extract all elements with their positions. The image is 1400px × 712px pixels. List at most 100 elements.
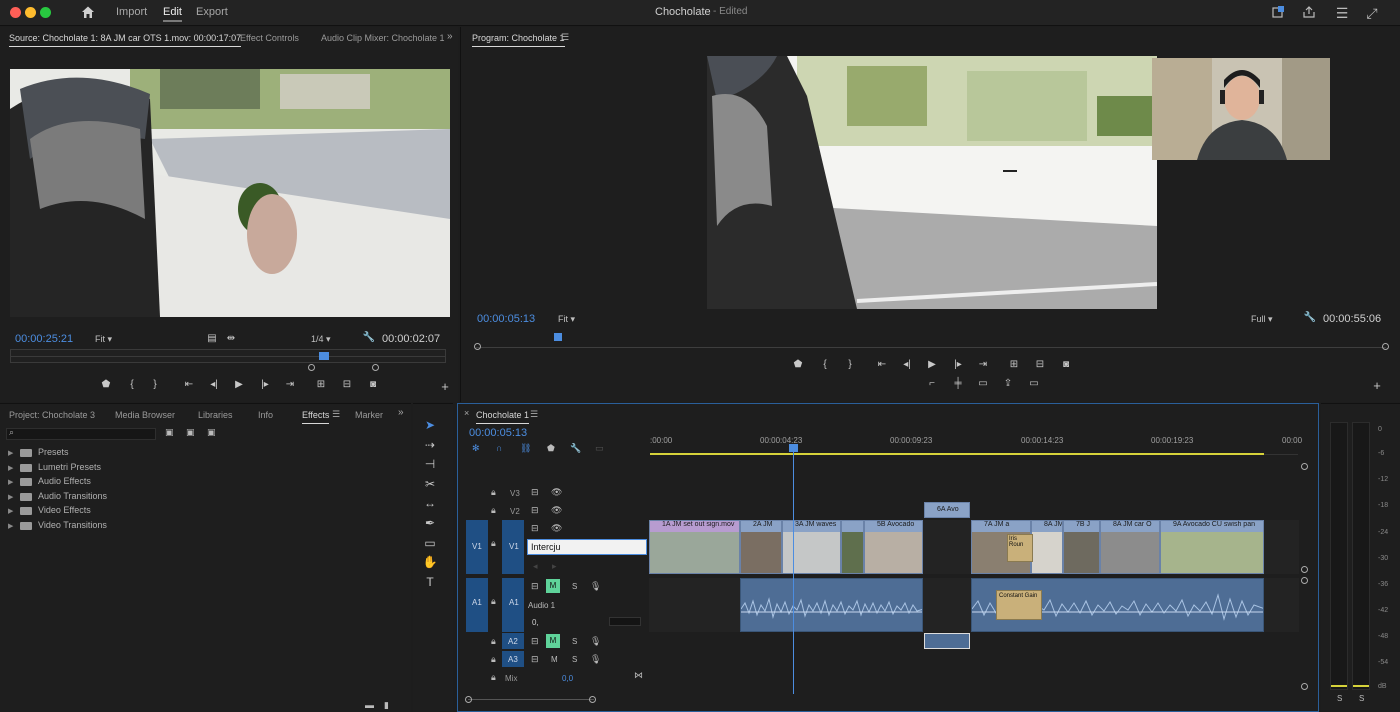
lock-icon[interactable]: 🔒︎ bbox=[491, 505, 496, 516]
v-scroll-handle-bottom[interactable] bbox=[1301, 683, 1308, 690]
work-area-bar[interactable] bbox=[650, 453, 1264, 455]
a2-solo-button[interactable]: S bbox=[572, 637, 577, 646]
v1-clip[interactable] bbox=[841, 520, 864, 574]
source-fit-dropdown[interactable]: Fit bbox=[95, 334, 112, 345]
slip-tool-icon[interactable]: ↔ bbox=[422, 495, 438, 511]
tab-effect-controls[interactable]: Effect Controls bbox=[240, 33, 299, 43]
effects-folder-audio-effects[interactable]: ▶ Audio Effects bbox=[8, 476, 91, 490]
source-zoom-handle-left[interactable] bbox=[308, 364, 315, 371]
trim-icon[interactable]: ⌐ bbox=[925, 378, 939, 389]
tab-project[interactable]: Project: Chocholate 3 bbox=[9, 410, 95, 420]
add-button-icon[interactable]: + bbox=[438, 379, 452, 394]
tab-sequence[interactable]: Chocholate 1 bbox=[476, 410, 530, 424]
workspace-menu-icon[interactable]: ☰ bbox=[1334, 5, 1350, 21]
effects-folder-video-transitions[interactable]: ▶ Video Transitions bbox=[8, 520, 107, 534]
effects-folder-video-effects[interactable]: ▶ Video Effects bbox=[8, 505, 91, 519]
meter-solo-right[interactable]: S bbox=[1359, 694, 1364, 703]
lift-icon[interactable]: ⊞ bbox=[1007, 359, 1021, 370]
lock-icon[interactable]: 🔒︎ bbox=[491, 596, 496, 607]
tab-libraries[interactable]: Libraries bbox=[198, 410, 233, 420]
comparison-view-icon[interactable]: ▭ bbox=[976, 378, 990, 389]
tab-edit[interactable]: Edit bbox=[163, 6, 182, 22]
v1-clip[interactable]: 1A JM set out sign.mov bbox=[649, 520, 740, 574]
sync-lock-icon[interactable]: ⊟ bbox=[531, 581, 539, 592]
delete-icon[interactable]: ▮ bbox=[384, 700, 389, 711]
tab-markers[interactable]: Marker bbox=[355, 410, 383, 420]
track-select-tool-icon[interactable]: ⇢ bbox=[422, 437, 438, 453]
source-playhead[interactable] bbox=[318, 352, 329, 360]
rectangle-tool-icon[interactable]: ▭ bbox=[422, 535, 438, 551]
sync-lock-icon[interactable]: ⊟ bbox=[531, 523, 539, 534]
effects-overflow-icon[interactable]: » bbox=[398, 407, 404, 418]
drag-insert-icon[interactable]: ⇹ bbox=[224, 333, 238, 344]
wrench-icon[interactable]: 🔧 bbox=[362, 332, 376, 343]
mix-expand-icon[interactable]: ⋈ bbox=[634, 670, 643, 681]
sync-lock-icon[interactable]: ⊟ bbox=[531, 636, 539, 647]
share-icon[interactable] bbox=[1301, 5, 1317, 21]
play-icon[interactable]: ▶ bbox=[232, 379, 246, 390]
timeline-settings-icon[interactable]: 🔧 bbox=[570, 443, 581, 454]
program-camera-icon[interactable]: ◙ bbox=[1059, 359, 1073, 370]
transition-iris-round[interactable]: Iris Roun bbox=[1007, 534, 1033, 562]
new-bin-icon[interactable]: ▬ bbox=[365, 700, 374, 710]
home-icon[interactable] bbox=[80, 5, 96, 21]
tab-export[interactable]: Export bbox=[196, 6, 228, 18]
lock-icon[interactable]: 🔒︎ bbox=[491, 636, 496, 647]
a1-volume-slider[interactable] bbox=[609, 617, 641, 626]
program-step-back-icon[interactable]: ◂| bbox=[900, 359, 914, 370]
program-scrubber[interactable] bbox=[476, 347, 1386, 348]
timeline-playhead[interactable] bbox=[793, 446, 794, 694]
yuv-effects-icon[interactable]: ▣ bbox=[207, 427, 216, 438]
source-zoom-handle-right[interactable] bbox=[372, 364, 379, 371]
h-scroll-handle-left[interactable] bbox=[465, 696, 472, 703]
hand-tool-icon[interactable]: ✋ bbox=[422, 554, 438, 570]
snap-icon[interactable]: ∩ bbox=[496, 443, 502, 453]
v-scroll-handle-top[interactable] bbox=[1301, 463, 1308, 470]
v1-track-target[interactable]: V1 bbox=[502, 520, 524, 574]
program-panel-menu-icon[interactable]: ☰ bbox=[561, 32, 569, 43]
effects-panel-menu-icon[interactable]: ☰ bbox=[332, 409, 340, 420]
32bit-effects-icon[interactable]: ▣ bbox=[186, 427, 195, 438]
a1-source-patch[interactable]: A1 bbox=[466, 578, 488, 632]
program-play-icon[interactable]: ▶ bbox=[925, 359, 939, 370]
add-marker-icon[interactable]: ⬟ bbox=[99, 379, 113, 390]
microphone-icon[interactable]: 🎙︎ bbox=[590, 581, 601, 592]
quick-export-icon[interactable] bbox=[1270, 5, 1286, 21]
meter-solo-left[interactable]: S bbox=[1337, 694, 1342, 703]
lock-icon[interactable]: 🔒︎ bbox=[491, 654, 496, 665]
program-fit-dropdown[interactable]: Fit bbox=[558, 314, 575, 325]
go-to-in-icon[interactable]: ⇤ bbox=[182, 379, 196, 390]
program-zoom-handle-left[interactable] bbox=[474, 343, 481, 350]
lock-icon[interactable]: 🔒︎ bbox=[491, 538, 496, 549]
program-step-forward-icon[interactable]: |▸ bbox=[951, 359, 965, 370]
vr-export-icon[interactable]: ⇪ bbox=[1001, 378, 1015, 389]
step-forward-icon[interactable]: |▸ bbox=[258, 379, 272, 390]
v1-clip[interactable]: 7B J bbox=[1063, 520, 1100, 574]
go-to-out-icon[interactable]: ⇥ bbox=[283, 379, 297, 390]
h-scroll-handle-right[interactable] bbox=[589, 696, 596, 703]
v1-source-patch[interactable]: V1 bbox=[466, 520, 488, 574]
program-add-marker-icon[interactable]: ⬟ bbox=[791, 359, 805, 370]
v1-clip[interactable]: 8A JM bbox=[1031, 520, 1063, 574]
insert-icon[interactable]: ⊞ bbox=[314, 379, 328, 390]
mark-in-icon[interactable]: { bbox=[125, 379, 139, 390]
sync-lock-icon[interactable]: ⊟ bbox=[531, 654, 539, 665]
type-tool-icon[interactable]: T bbox=[422, 574, 438, 590]
effects-folder-audio-transitions[interactable]: ▶ Audio Transitions bbox=[8, 491, 107, 505]
ripple-edit-tool-icon[interactable]: ⊣ bbox=[422, 456, 438, 472]
microphone-icon[interactable]: 🎙︎ bbox=[590, 654, 601, 665]
track-name-input[interactable]: Intercju bbox=[527, 539, 647, 555]
panel-overflow-icon[interactable]: » bbox=[447, 31, 453, 42]
program-go-to-out-icon[interactable]: ⇥ bbox=[976, 359, 990, 370]
mark-out-icon[interactable]: } bbox=[148, 379, 162, 390]
source-timecode[interactable]: 00:00:25:21 bbox=[15, 333, 73, 345]
v2-clip[interactable]: 6A Avo bbox=[924, 502, 970, 518]
effects-folder-presets[interactable]: ▶ Presets bbox=[8, 447, 69, 461]
a3-mute-button[interactable]: M bbox=[551, 655, 558, 664]
keyframe-prev-icon[interactable]: ◂ bbox=[533, 561, 538, 572]
linked-selection-icon[interactable]: ⛓ bbox=[520, 443, 531, 454]
microphone-icon[interactable]: 🎙︎ bbox=[590, 636, 601, 647]
a2-track-target[interactable]: A2 bbox=[502, 633, 524, 649]
timeline-playhead-handle[interactable] bbox=[789, 444, 798, 452]
timeline-timecode[interactable]: 00:00:05:13 bbox=[469, 427, 527, 439]
